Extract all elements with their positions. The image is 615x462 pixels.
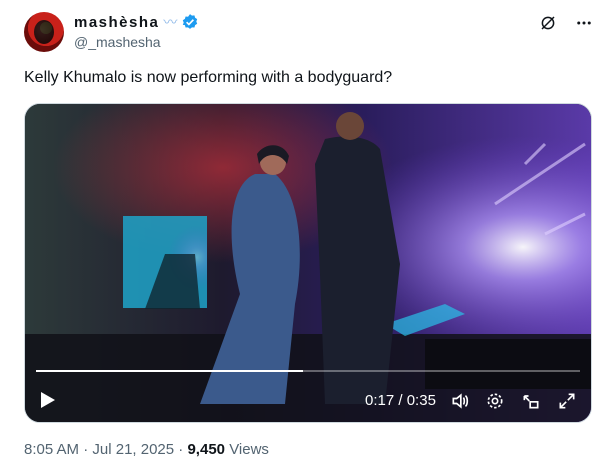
meta-separator: · bbox=[178, 441, 184, 458]
avatar[interactable] bbox=[24, 12, 64, 52]
picture-in-picture-icon bbox=[523, 395, 539, 409]
volume-icon bbox=[452, 393, 469, 409]
fullscreen-icon bbox=[559, 393, 575, 409]
video-current-time: 0:17 bbox=[365, 392, 395, 409]
video-duration: 0:35 bbox=[406, 392, 436, 409]
more-icon[interactable] bbox=[575, 14, 593, 32]
play-icon bbox=[41, 392, 55, 408]
meta-separator: · bbox=[83, 441, 89, 458]
settings-icon bbox=[487, 393, 503, 409]
wind-emoji-icon: 〰 bbox=[163, 14, 178, 30]
video-time-readout: 0:17 / 0:35 bbox=[365, 392, 436, 409]
video-progress-fill bbox=[36, 370, 303, 372]
video-time-separator: / bbox=[398, 392, 403, 409]
settings-button[interactable] bbox=[485, 391, 505, 416]
tweet-date[interactable]: Jul 21, 2025 bbox=[92, 441, 174, 458]
verified-badge-icon[interactable] bbox=[181, 13, 199, 31]
tweet-meta: 8:05 AM · Jul 21, 2025 · 9,450 Views bbox=[24, 441, 269, 458]
grok-icon[interactable] bbox=[539, 14, 557, 32]
author-name-row: mashèsha 〰 bbox=[74, 13, 199, 31]
display-name[interactable]: mashèsha bbox=[74, 14, 159, 31]
tweet-top-actions bbox=[539, 14, 593, 32]
video-progress-bar[interactable] bbox=[36, 370, 580, 372]
tweet[interactable]: mashèsha 〰 @_mashesha Kelly Khumalo is n… bbox=[0, 0, 615, 462]
picture-in-picture-button[interactable] bbox=[521, 391, 541, 416]
volume-button[interactable] bbox=[450, 391, 470, 416]
tweet-text: Kelly Khumalo is now performing with a b… bbox=[24, 69, 393, 86]
author-handle[interactable]: @_mashesha bbox=[74, 34, 161, 50]
views-label: Views bbox=[229, 441, 269, 458]
views-count: 9,450 bbox=[187, 441, 226, 458]
video-player[interactable]: 0:17 / 0:35 bbox=[24, 103, 592, 423]
video-frame bbox=[25, 104, 591, 422]
fullscreen-button[interactable] bbox=[557, 391, 577, 416]
play-button[interactable] bbox=[39, 390, 57, 415]
video-controls: 0:17 / 0:35 bbox=[25, 384, 591, 420]
tweet-time[interactable]: 8:05 AM bbox=[24, 441, 79, 458]
